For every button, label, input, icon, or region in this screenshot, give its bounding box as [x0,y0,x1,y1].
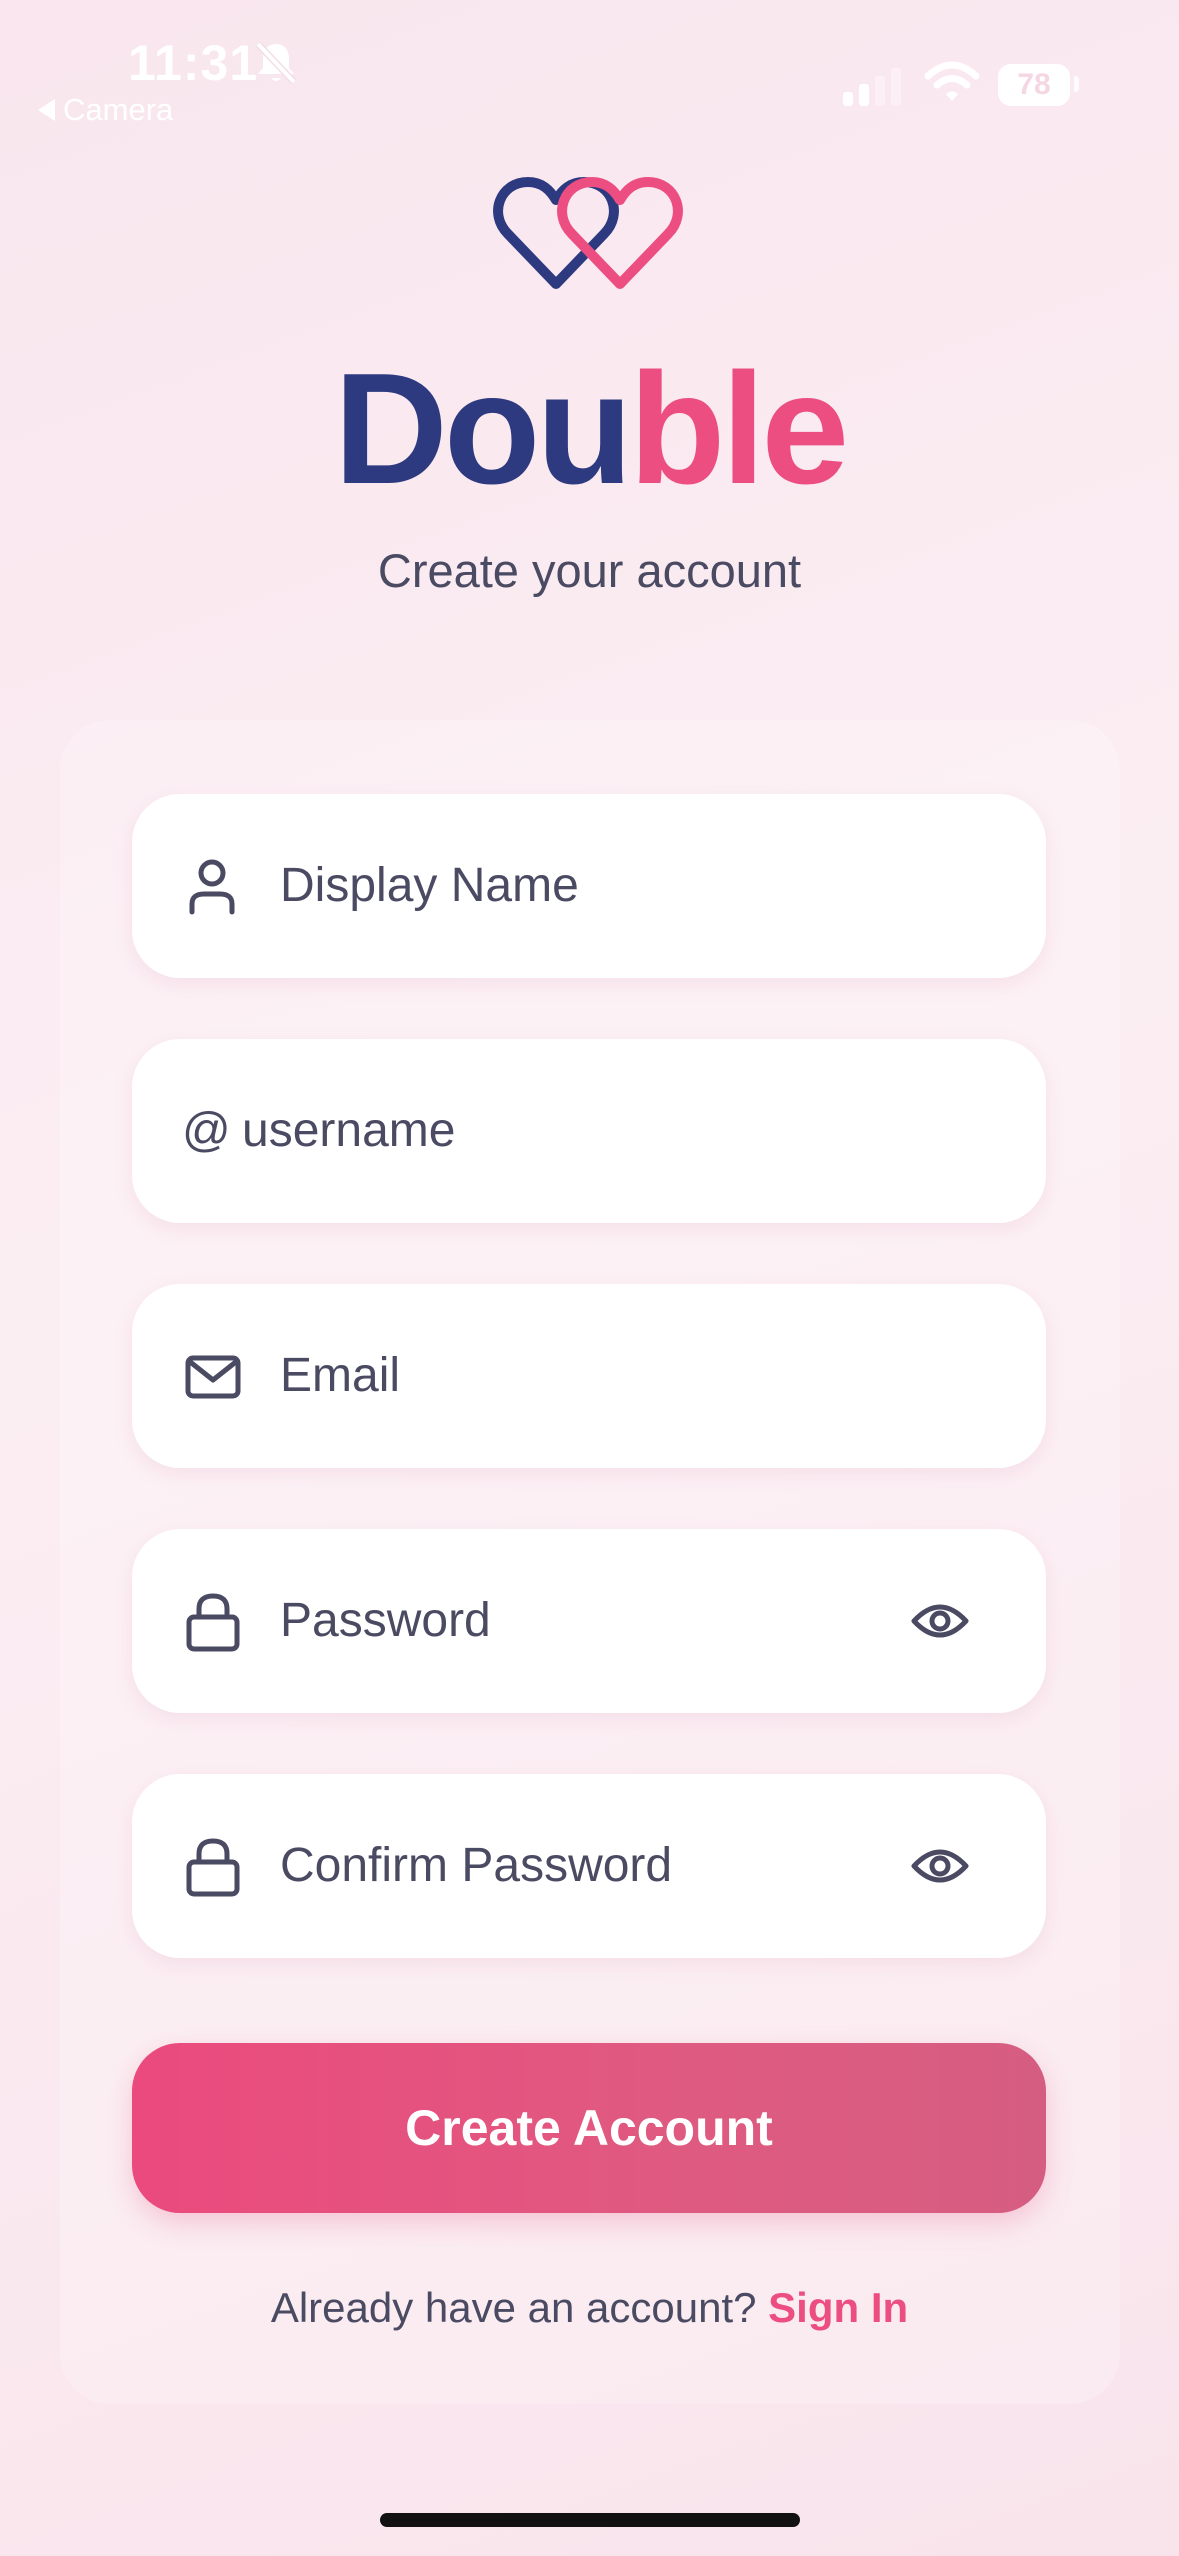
email-placeholder: Email [280,1349,401,1402]
display-name-placeholder: Display Name [280,859,579,912]
create-account-label: Create Account [405,2100,773,2156]
status-bar: 11:31 Camera 78 [0,0,1179,130]
username-placeholder: username [242,1104,456,1157]
battery-tip [1074,76,1079,92]
back-to-camera[interactable]: Camera [38,92,173,128]
confirm-password-field[interactable]: Confirm Password [132,1774,1046,1958]
lock-icon [186,1838,240,1897]
brand-title-part1: Dou [333,341,633,517]
email-field[interactable]: Email [132,1284,1046,1468]
lock-icon [186,1593,240,1652]
eye-icon[interactable] [910,1842,970,1890]
at-prefix: @ [182,1104,231,1157]
page-subtitle: Create your account [377,544,802,597]
password-placeholder: Password [280,1594,491,1647]
confirm-password-placeholder: Confirm Password [280,1839,673,1892]
display-name-field[interactable]: Display Name [132,794,1046,978]
back-app-label: Camera [63,92,174,127]
battery-indicator: 78 [998,64,1070,106]
create-account-button[interactable]: Create Account [132,2043,1046,2213]
signin-link[interactable]: Sign In [768,2284,908,2331]
back-arrow-icon [38,99,55,121]
brand-title-part2: ble [628,341,849,517]
bell-off-icon [255,41,297,85]
home-indicator[interactable] [380,2513,800,2527]
password-field[interactable]: Password [132,1529,1046,1713]
mail-icon [185,1355,241,1399]
status-time: 11:31 [128,35,259,91]
signin-row: Already have an account? Sign In [0,2284,1179,2332]
person-icon [189,859,235,915]
cellular-signal-icon [843,68,901,106]
wifi-icon [924,61,980,101]
double-hearts-logo-icon [493,177,683,289]
battery-level: 78 [1017,68,1051,101]
eye-icon[interactable] [910,1597,970,1645]
username-field[interactable]: @ username [132,1039,1046,1223]
signin-prompt: Already have an account? [270,2284,757,2331]
brand-title: Double [0,350,1179,508]
